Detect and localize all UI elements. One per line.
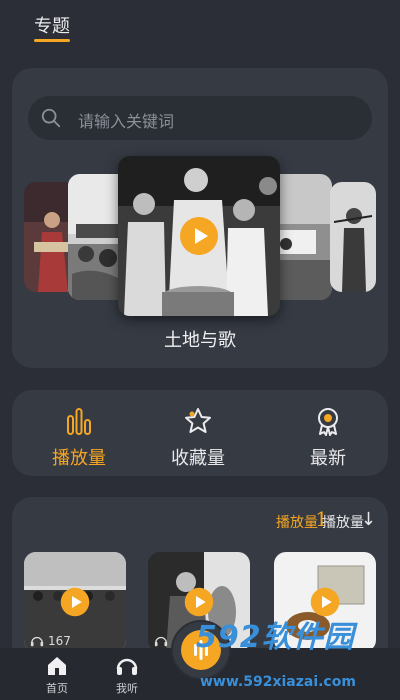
play-icon[interactable] [60, 587, 90, 617]
bar-chart-icon [67, 408, 91, 435]
filter-label: 播放量 [52, 448, 106, 469]
list-item[interactable] [274, 552, 376, 652]
player-button[interactable] [171, 620, 231, 680]
page-header: 专题 [0, 0, 400, 50]
page-title: 专题 [34, 16, 70, 37]
carousel-item-flute-player[interactable] [330, 182, 376, 292]
audio-wave-icon [181, 630, 221, 670]
tab-my-listening[interactable]: 我听 [102, 654, 152, 696]
play-icon[interactable] [179, 216, 219, 256]
filter-newest[interactable]: 最新 [288, 406, 368, 470]
sort-filter-card: 播放量 收藏量 最新 [12, 390, 388, 476]
play-count: 167 [48, 634, 71, 648]
tab-label: 首页 [46, 682, 68, 695]
carousel-item-singing-crowd[interactable] [118, 156, 280, 316]
play-icon[interactable] [310, 587, 340, 617]
headphones-icon [30, 636, 44, 647]
carousel-caption: 土地与歌 [164, 330, 236, 351]
headphones-icon [154, 636, 168, 647]
filter-favorites[interactable]: 收藏量 [158, 406, 238, 470]
sort-secondary-label[interactable]: 播放量 [322, 512, 364, 532]
filter-label: 最新 [310, 448, 346, 469]
search-input[interactable]: 请输入关键词 [28, 96, 372, 140]
search-icon [41, 108, 61, 128]
award-icon [318, 408, 338, 436]
home-icon [48, 657, 66, 675]
tab-home[interactable]: 首页 [32, 654, 82, 696]
play-icon[interactable] [184, 587, 214, 617]
tab-label: 我听 [116, 682, 138, 695]
star-icon [185, 408, 211, 433]
sort-primary-label[interactable]: 播放量 [276, 512, 318, 532]
filter-play-count[interactable]: 播放量 [39, 406, 119, 470]
filter-label: 收藏量 [171, 448, 225, 469]
headphones-icon [116, 658, 138, 675]
sort-down-arrow-icon[interactable]: ↓ [361, 509, 376, 530]
list-item[interactable]: 167 [24, 552, 126, 652]
title-underline [34, 39, 70, 42]
search-placeholder: 请输入关键词 [78, 112, 175, 131]
featured-carousel-card: 请输入关键词 土地与歌 [12, 68, 388, 368]
